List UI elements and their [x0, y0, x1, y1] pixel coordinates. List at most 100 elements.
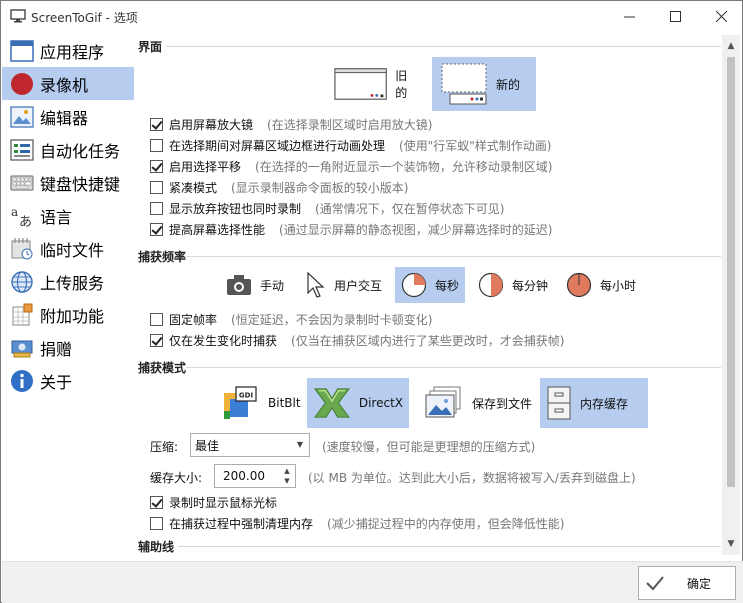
sidebar: 应用程序 录像机 编辑器 自动化任务 键盘快捷键 a あ 语言 临时文件 上传服… — [2, 34, 134, 397]
sidebar-item-upload[interactable]: 上传服务 — [2, 265, 134, 298]
old-recorder-icon — [334, 68, 387, 100]
freq-manual[interactable]: 手动 — [220, 267, 290, 303]
sidebar-item-label: 录像机 — [40, 75, 89, 95]
option-fixed-frame-rate[interactable]: 固定帧率 (恒定延迟，不会因为录制时卡顿变化) — [150, 309, 432, 329]
language-icon: aあ — [9, 204, 35, 228]
section-title-interface: 界面 — [138, 40, 163, 54]
section-divider — [186, 256, 721, 257]
sidebar-item-temp-files[interactable]: 临时文件 — [2, 232, 134, 265]
scroll-down-icon[interactable]: ▼ — [722, 535, 740, 553]
cabinet-icon — [547, 386, 571, 420]
show-cursor-checkbox[interactable] — [150, 495, 163, 509]
mode-bitblt[interactable]: GDI BitBlt — [216, 379, 307, 427]
magnifier-checkbox[interactable] — [150, 117, 163, 131]
close-button[interactable] — [698, 1, 743, 32]
freq-interaction-label: 用户交互 — [334, 278, 383, 293]
svg-text:あ: あ — [19, 215, 32, 228]
sidebar-item-donate[interactable]: 捐赠 — [2, 331, 134, 364]
ui-old-option[interactable]: 旧的 — [326, 59, 426, 109]
sidebar-item-application[interactable]: 应用程序 — [2, 34, 134, 67]
force-gc-checkbox[interactable] — [150, 516, 163, 530]
sidebar-item-label: 键盘快捷键 — [40, 174, 121, 194]
sidebar-item-label: 自动化任务 — [40, 141, 121, 161]
vertical-scrollbar[interactable]: ▲ ▼ — [722, 35, 740, 555]
ui-old-label: 旧的 — [395, 69, 408, 100]
show-discard-checkbox[interactable] — [150, 201, 163, 215]
freq-per-second[interactable]: 每秒 — [395, 267, 466, 303]
option-compact-mode[interactable]: 紧凑模式 (显示录制器命令面板的较小版本) — [150, 177, 408, 197]
option-hint: (恒定延迟，不会因为录制时卡顿变化) — [231, 312, 433, 327]
section-title-capture-frequency: 捕获频率 — [138, 250, 187, 264]
option-selection-performance[interactable]: 提高屏幕选择性能 (通过显示屏幕的静态视图，减少屏幕选择时的延迟) — [150, 219, 552, 239]
mode-memory-cache[interactable]: 内存缓存 — [540, 378, 648, 428]
sidebar-item-about[interactable]: 关于 — [2, 364, 134, 397]
sidebar-item-tasks[interactable]: 自动化任务 — [2, 133, 134, 166]
sidebar-item-label: 关于 — [40, 372, 73, 392]
new-recorder-icon — [441, 63, 487, 105]
freq-per-minute[interactable]: 每分钟 — [472, 267, 554, 303]
option-hint: (通过显示屏幕的静态视图，减少屏幕选择时的延迟) — [279, 222, 553, 237]
mode-save-to-file[interactable]: 保存到文件 — [418, 379, 538, 427]
maximize-icon — [669, 11, 681, 22]
gdi-icon: GDI — [224, 386, 257, 419]
mode-bitblt-label: BitBlt — [268, 396, 301, 410]
ui-new-option[interactable]: 新的 — [432, 57, 536, 111]
close-icon — [715, 11, 727, 22]
selection-performance-checkbox[interactable] — [150, 222, 163, 236]
option-label: 仅在发生变化时捕获 — [169, 333, 278, 348]
decrement-icon[interactable]: ▼ — [281, 476, 293, 486]
app-icon — [10, 9, 26, 23]
option-magnifier[interactable]: 启用屏幕放大镜 (在选择录制区域时启用放大镜) — [150, 114, 432, 134]
footer: 确定 — [2, 561, 743, 603]
sidebar-item-shortcuts[interactable]: 键盘快捷键 — [2, 166, 134, 199]
option-capture-on-change[interactable]: 仅在发生变化时捕获 (仅当在捕获区域内进行了某些更改时，才会捕获帧) — [150, 330, 564, 350]
freq-manual-label: 手动 — [260, 278, 285, 293]
sidebar-item-editor[interactable]: 编辑器 — [2, 100, 134, 133]
recorder-settings: 界面 旧的 新的 启用屏幕放大镜 (在选择录制区域时启用放大镜) 在选择期间对屏… — [136, 35, 721, 555]
option-force-gc[interactable]: 在捕获过程中强制清理内存 (减少捕捉过程中的内存使用，但会降低性能) — [150, 513, 564, 533]
option-hint: (减少捕捉过程中的内存使用，但会降低性能) — [327, 516, 565, 531]
option-show-cursor[interactable]: 录制时显示鼠标光标 — [150, 492, 277, 512]
ok-label: 确定 — [687, 576, 712, 591]
mode-directx[interactable]: DirectX — [307, 378, 409, 428]
scrollbar-thumb[interactable] — [727, 57, 735, 487]
record-icon — [9, 72, 35, 96]
ok-button[interactable]: 确定 — [638, 566, 736, 600]
scroll-up-icon[interactable]: ▲ — [722, 37, 740, 55]
keyboard-icon — [9, 171, 35, 195]
freq-interaction[interactable]: 用户交互 — [300, 267, 388, 303]
compression-hint: (速度较慢，但可能是更理想的压缩方式) — [322, 440, 536, 454]
minimize-button[interactable] — [606, 1, 652, 32]
checkmark-icon — [646, 576, 664, 591]
sidebar-item-label: 捐赠 — [40, 339, 73, 359]
svg-text:a: a — [11, 205, 18, 219]
option-hint: (在选择录制区域时启用放大镜) — [267, 117, 433, 132]
compression-select[interactable]: 最佳 ▼ — [190, 433, 310, 457]
donate-icon — [9, 336, 35, 360]
option-label: 提高屏幕选择性能 — [169, 222, 266, 237]
directx-icon — [313, 388, 350, 418]
increment-icon[interactable]: ▲ — [281, 466, 293, 476]
sidebar-item-language[interactable]: aあ 语言 — [2, 199, 134, 232]
freq-per-hour[interactable]: 每小时 — [560, 267, 642, 303]
animate-border-checkbox[interactable] — [150, 138, 163, 152]
option-selection-pan[interactable]: 启用选择平移 (在选择的一角附近显示一个装饰物，允许移动录制区域) — [150, 156, 552, 176]
option-show-discard[interactable]: 显示放弃按钮也同时录制 (通常情况下，仅在暂停状态下可见) — [150, 198, 504, 218]
freq-per-hour-label: 每小时 — [600, 278, 637, 293]
option-hint: (通常情况下，仅在暂停状态下可见) — [315, 201, 505, 216]
option-animate-border[interactable]: 在选择期间对屏幕区域边框进行动画处理 (使用"行军蚁"样式制作动画) — [150, 135, 551, 155]
option-hint: (使用"行军蚁"样式制作动画) — [399, 138, 552, 153]
selection-pan-checkbox[interactable] — [150, 159, 163, 173]
sidebar-item-extras[interactable]: 附加功能 — [2, 298, 134, 331]
maximize-button[interactable] — [652, 1, 698, 32]
option-hint: (在选择的一角附近显示一个装饰物，允许移动录制区域) — [255, 159, 553, 174]
capture-on-change-checkbox[interactable] — [150, 333, 163, 347]
editor-icon — [9, 105, 35, 129]
sidebar-item-recorder[interactable]: 录像机 — [2, 67, 134, 100]
fixed-frame-rate-checkbox[interactable] — [150, 312, 163, 326]
cache-size-input[interactable]: 200.00 ▲ ▼ — [214, 464, 296, 488]
mode-directx-label: DirectX — [358, 396, 403, 410]
globe-icon — [9, 270, 35, 294]
option-label: 在捕获过程中强制清理内存 — [169, 516, 314, 531]
compact-mode-checkbox[interactable] — [150, 180, 163, 194]
